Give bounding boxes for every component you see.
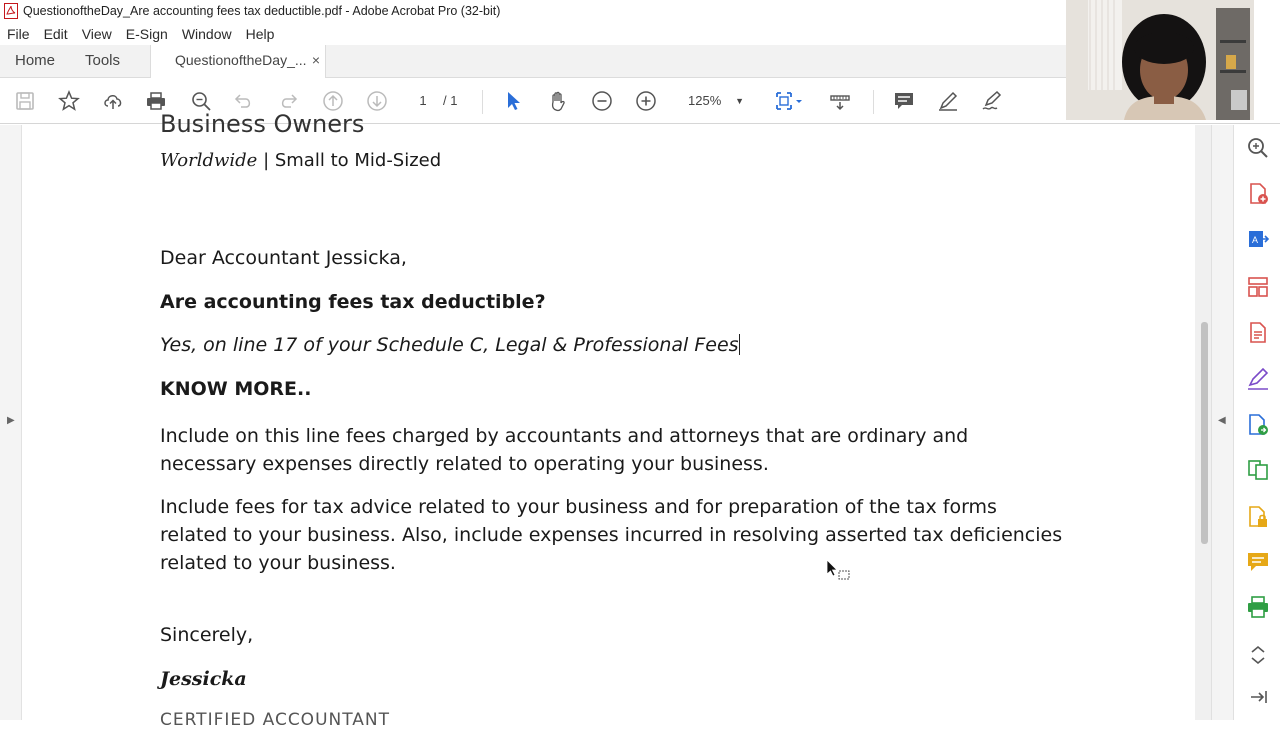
letter-greeting: Dear Accountant Jessicka,	[160, 247, 407, 269]
letter-answer-text: Yes, on line 17 of your Schedule C, Lega…	[160, 334, 739, 356]
organize-pages-icon[interactable]	[1246, 275, 1270, 299]
tagline-rest: | Small to Mid-Sized	[257, 150, 442, 171]
upload-cloud-icon[interactable]	[101, 89, 125, 113]
letter-signature: Jessicka	[160, 668, 247, 690]
select-cursor-icon[interactable]	[502, 89, 526, 113]
hand-icon[interactable]	[546, 89, 570, 113]
next-page-icon[interactable]	[365, 89, 389, 113]
menu-help[interactable]: Help	[239, 26, 282, 42]
right-pane-divider: ◀	[1211, 125, 1233, 720]
tab-bar: Home Tools QuestionoftheDay_... ×	[0, 45, 1066, 79]
print-production-icon[interactable]	[1246, 595, 1270, 619]
menu-esign[interactable]: E-Sign	[119, 26, 175, 42]
letter-answer[interactable]: Yes, on line 17 of your Schedule C, Lega…	[160, 334, 740, 356]
highlight-pen-icon[interactable]	[936, 89, 960, 113]
presenter-video-image	[1066, 0, 1254, 120]
window-title: QuestionoftheDay_Are accounting fees tax…	[23, 4, 501, 18]
more-tools-chevron-icon[interactable]	[1246, 643, 1270, 667]
scroll-mode-icon[interactable]	[828, 89, 852, 113]
chevron-down-icon: ▼	[735, 96, 744, 106]
create-pdf-icon[interactable]	[1246, 182, 1270, 206]
document-heading-partial: Business Owners	[160, 110, 365, 138]
collapse-panel-icon[interactable]	[1246, 685, 1270, 709]
page-number-input[interactable]: 1	[406, 90, 440, 112]
zoom-in-icon[interactable]	[634, 89, 658, 113]
toolbar-divider	[482, 90, 483, 114]
combine-files-icon[interactable]	[1246, 458, 1270, 482]
comment-tool-icon[interactable]	[1246, 550, 1270, 574]
menu-view[interactable]: View	[75, 26, 119, 42]
protect-icon[interactable]	[1246, 505, 1270, 529]
save-icon[interactable]	[13, 89, 37, 113]
text-caret	[738, 334, 740, 355]
menu-edit[interactable]: Edit	[37, 26, 75, 42]
search-tool-icon[interactable]	[1246, 136, 1270, 160]
paragraph-2: Include fees for tax advice related to y…	[160, 496, 1063, 574]
toolbar-edge	[1066, 120, 1280, 124]
know-more-heading: KNOW MORE..	[160, 378, 312, 400]
edit-pdf-icon[interactable]	[1246, 321, 1270, 345]
tools-pane: A	[1233, 125, 1280, 720]
svg-text:A: A	[1252, 235, 1258, 245]
scrollbar-thumb[interactable]	[1201, 322, 1208, 544]
zoom-out-icon[interactable]	[590, 89, 614, 113]
menu-bar: File Edit View E-Sign Window Help	[0, 22, 1066, 45]
request-signature-icon[interactable]	[1246, 413, 1270, 437]
letter-question: Are accounting fees tax deductible?	[160, 291, 546, 313]
mouse-cursor-icon	[826, 559, 850, 580]
menu-file[interactable]: File	[0, 26, 37, 42]
letter-closing: Sincerely,	[160, 624, 254, 646]
expand-left-pane-icon[interactable]: ▶	[7, 415, 15, 426]
tab-document-label: QuestionoftheDay_...	[175, 52, 307, 68]
webcam-overlay	[1066, 0, 1254, 120]
page-fit-icon[interactable]	[772, 89, 806, 113]
zoom-level-value: 125%	[688, 93, 722, 108]
fill-sign-icon[interactable]	[1246, 367, 1270, 391]
signer-title-partial: CERTIFIED ACCOUNTANT	[160, 710, 391, 730]
document-tagline: Worldwide | Small to Mid-Sized	[160, 150, 441, 171]
tagline-worldwide: Worldwide	[160, 150, 258, 171]
tab-document[interactable]: QuestionoftheDay_... ×	[150, 45, 326, 79]
tab-tools[interactable]: Tools	[85, 45, 120, 78]
page-count: / 1	[443, 93, 458, 108]
zoom-level-select[interactable]: 125% ▼	[676, 90, 750, 112]
paragraph-1: Include on this line fees charged by acc…	[160, 425, 969, 475]
acrobat-pdf-icon	[4, 3, 18, 19]
close-tab-icon[interactable]: ×	[312, 45, 320, 76]
export-pdf-icon[interactable]: A	[1246, 227, 1270, 251]
toolbar-divider	[873, 90, 874, 114]
window-title-bar: QuestionoftheDay_Are accounting fees tax…	[0, 0, 1066, 22]
left-navigation-pane: ▶	[0, 125, 22, 720]
comment-icon[interactable]	[892, 89, 916, 113]
sign-icon[interactable]	[980, 89, 1004, 113]
collapse-right-pane-icon[interactable]: ◀	[1218, 415, 1226, 426]
webcam-margin	[1254, 0, 1280, 120]
menu-window[interactable]: Window	[175, 26, 239, 42]
tab-home[interactable]: Home	[15, 45, 55, 78]
bookmark-star-icon[interactable]	[57, 89, 81, 113]
